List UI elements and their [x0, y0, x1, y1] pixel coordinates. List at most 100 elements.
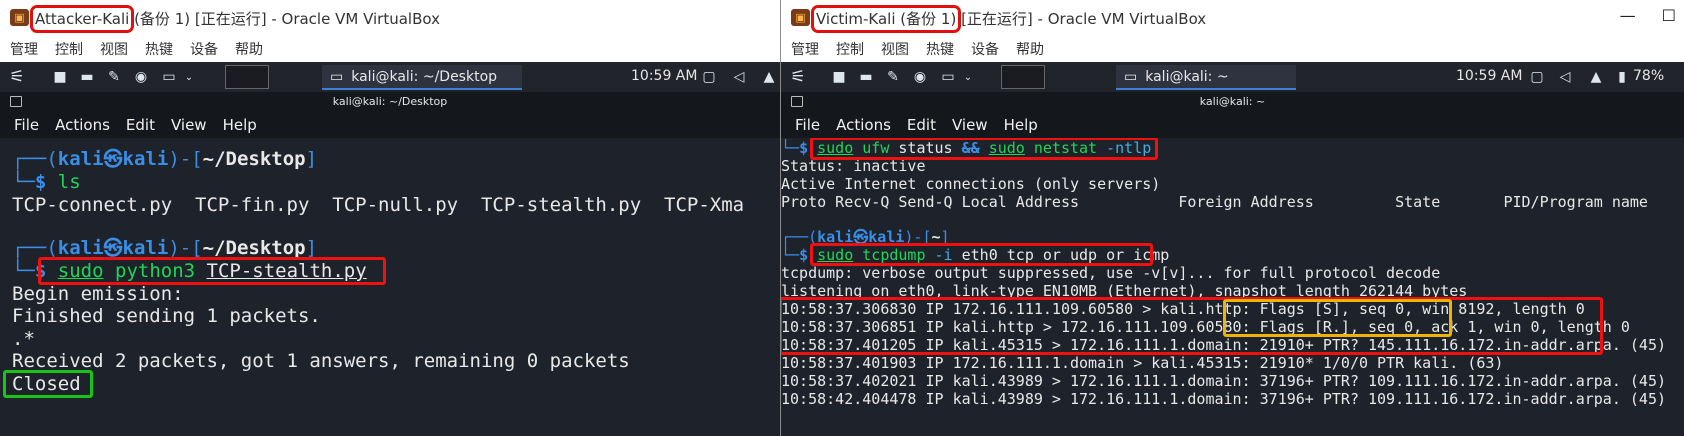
menu-help[interactable]: 帮助: [235, 39, 263, 59]
kali-panel: ⚟ ■ ▬ ✎ ◉ ▭ ⌄ ▭ kali@kali: ~ 10:59 AM ▢ ◁…: [781, 62, 1684, 92]
menu-edit[interactable]: Edit: [126, 116, 155, 134]
window-title: Attacker-Kali (备份 1) [正在运行] - Oracle VM …: [29, 5, 440, 33]
attacker-vm-window: ▣ Attacker-Kali (备份 1) [正在运行] - Oracle V…: [0, 0, 780, 436]
files-icon[interactable]: ▬: [76, 67, 98, 87]
files-icon[interactable]: ▬: [855, 67, 877, 87]
virtualbox-icon: ▣: [10, 9, 29, 26]
victim-vm-window: ▣ Victim-Kali (备份 1) [正在运行] - Oracle VM …: [781, 0, 1684, 436]
chevron-down-icon[interactable]: ⌄: [182, 67, 196, 87]
output-line: tcpdump: verbose output suppressed, use …: [781, 264, 1441, 282]
workspace-switcher[interactable]: [225, 65, 269, 89]
taskbar-window-label: kali@kali: ~/Desktop: [351, 68, 498, 85]
menu-view[interactable]: View: [171, 116, 207, 134]
highlight-box-packets: [781, 297, 1603, 355]
highlight-box-result: [3, 370, 93, 398]
panel-clock[interactable]: 10:59 AM: [631, 68, 697, 84]
menu-view[interactable]: 视图: [881, 39, 909, 59]
menu-help[interactable]: Help: [1004, 116, 1038, 134]
menu-control[interactable]: 控制: [836, 39, 864, 59]
terminal-window-icon: [10, 96, 22, 107]
packet-line: 10:58:37.402021 IP kali.43989 > 172.16.1…: [781, 372, 1667, 390]
output-line: .*: [12, 328, 35, 350]
bell-icon[interactable]: ▲: [1587, 67, 1605, 87]
terminal-menubar: File Actions Edit View Help: [0, 112, 780, 138]
terminal-launcher-icon[interactable]: ▭: [158, 67, 180, 87]
window-title-rest: [正在运行] - Oracle VM VirtualBox: [956, 10, 1207, 28]
volume-icon[interactable]: ◁: [730, 67, 748, 87]
battery-percent: 78%: [1633, 68, 1665, 84]
packet-line: 10:58:42.404478 IP kali.43989 > 172.16.1…: [781, 390, 1667, 408]
window-controls: — ☐: [1620, 6, 1676, 25]
vbox-titlebar: ▣ Victim-Kali (备份 1) [正在运行] - Oracle VM …: [781, 0, 1684, 36]
editor-icon[interactable]: ✎: [104, 67, 124, 87]
battery-icon[interactable]: ▮: [1615, 67, 1629, 87]
vbox-menubar: 管理 控制 视图 热键 设备 帮助: [0, 36, 780, 62]
highlight-box-firewall-cmd: [810, 138, 1158, 160]
editor-icon[interactable]: ✎: [883, 67, 903, 87]
output-line: Received 2 packets, got 1 answers, remai…: [12, 350, 630, 372]
panel-clock[interactable]: 10:59 AM: [1456, 68, 1522, 84]
menu-control[interactable]: 控制: [55, 39, 83, 59]
browser-icon[interactable]: ◉: [909, 67, 931, 87]
maximize-icon[interactable]: ☐: [1662, 6, 1676, 25]
workspace-switcher[interactable]: [1001, 65, 1045, 89]
highlight-box-command: [38, 257, 386, 285]
workspace-icon[interactable]: ■: [50, 67, 70, 87]
chevron-down-icon[interactable]: ⌄: [961, 67, 975, 87]
menu-help[interactable]: 帮助: [1016, 39, 1044, 59]
terminal-icon: ▭: [1124, 68, 1138, 85]
terminal-icon: ▭: [330, 68, 344, 85]
terminal-window-icon: [791, 96, 803, 107]
terminal-menubar: File Actions Edit View Help: [781, 112, 1684, 138]
vbox-titlebar: ▣ Attacker-Kali (备份 1) [正在运行] - Oracle V…: [0, 0, 780, 36]
menu-help[interactable]: Help: [223, 116, 257, 134]
menu-devices[interactable]: 设备: [190, 39, 218, 59]
bell-icon[interactable]: ▲: [760, 67, 778, 87]
vm-name-highlight: Victim-Kali (备份 1): [810, 5, 962, 33]
vm-name-highlight: Attacker-Kali: [29, 5, 135, 33]
terminal-scrollbar[interactable]: [1678, 138, 1684, 436]
highlight-box-tcpdump-cmd: [810, 243, 1153, 266]
menu-manage[interactable]: 管理: [10, 39, 38, 59]
taskbar-terminal-window[interactable]: ▭ kali@kali: ~: [1116, 65, 1296, 90]
prompt-line: ┌──(kali㉿kali)-[~/Desktop]: [12, 148, 318, 170]
menu-manage[interactable]: 管理: [791, 39, 819, 59]
terminal-launcher-icon[interactable]: ▭: [937, 67, 959, 87]
menu-view[interactable]: 视图: [100, 39, 128, 59]
taskbar-terminal-window[interactable]: ▭ kali@kali: ~/Desktop: [322, 65, 522, 90]
terminal-output[interactable]: └─$ sudo ufw status && sudo netstat -ntl…: [781, 138, 1684, 436]
menu-actions[interactable]: Actions: [836, 116, 891, 134]
menu-actions[interactable]: Actions: [55, 116, 110, 134]
minimize-icon[interactable]: —: [1620, 6, 1636, 25]
output-line: Finished sending 1 packets.: [12, 305, 321, 327]
highlight-box-flags: [1223, 299, 1452, 337]
prompt-line: ┌──(kali㉿kali)-[~/Desktop]: [12, 237, 318, 259]
menu-view[interactable]: View: [952, 116, 988, 134]
output-line: TCP-connect.py TCP-fin.py TCP-null.py TC…: [12, 194, 745, 216]
terminal-output[interactable]: ┌──(kali㉿kali)-[~/Desktop] └─$ ls TCP-co…: [0, 138, 780, 436]
menu-hotkey[interactable]: 热键: [145, 39, 173, 59]
output-line: Begin emission:: [12, 283, 184, 305]
packet-line: 10:58:37.401903 IP 172.16.111.1.domain >…: [781, 354, 1504, 372]
notification-icon[interactable]: ▢: [700, 67, 718, 87]
browser-icon[interactable]: ◉: [130, 67, 152, 87]
menu-file[interactable]: File: [795, 116, 820, 134]
vbox-menubar: 管理 控制 视图 热键 设备 帮助: [781, 36, 1684, 62]
terminal-titlebar: kali@kali: ~: [781, 92, 1684, 112]
virtualbox-icon: ▣: [791, 9, 810, 26]
kali-menu-icon[interactable]: ⚟: [785, 67, 811, 87]
window-title: Victim-Kali (备份 1) [正在运行] - Oracle VM Vi…: [810, 5, 1207, 33]
menu-hotkey[interactable]: 热键: [926, 39, 954, 59]
kali-menu-icon[interactable]: ⚟: [4, 67, 30, 87]
terminal-titlebar: kali@kali: ~/Desktop: [0, 92, 780, 112]
workspace-icon[interactable]: ■: [829, 67, 849, 87]
window-title-rest: (备份 1) [正在运行] - Oracle VM VirtualBox: [129, 10, 440, 28]
output-line: Active Internet connections (only server…: [781, 175, 1161, 193]
command-line: └─$ ls: [12, 171, 81, 193]
volume-icon[interactable]: ◁: [1556, 67, 1574, 87]
notification-icon[interactable]: ▢: [1528, 67, 1546, 87]
menu-edit[interactable]: Edit: [907, 116, 936, 134]
menu-file[interactable]: File: [14, 116, 39, 134]
kali-panel: ⚟ ■ ▬ ✎ ◉ ▭ ⌄ ▭ kali@kali: ~/Desktop 10:5…: [0, 62, 780, 92]
menu-devices[interactable]: 设备: [971, 39, 999, 59]
